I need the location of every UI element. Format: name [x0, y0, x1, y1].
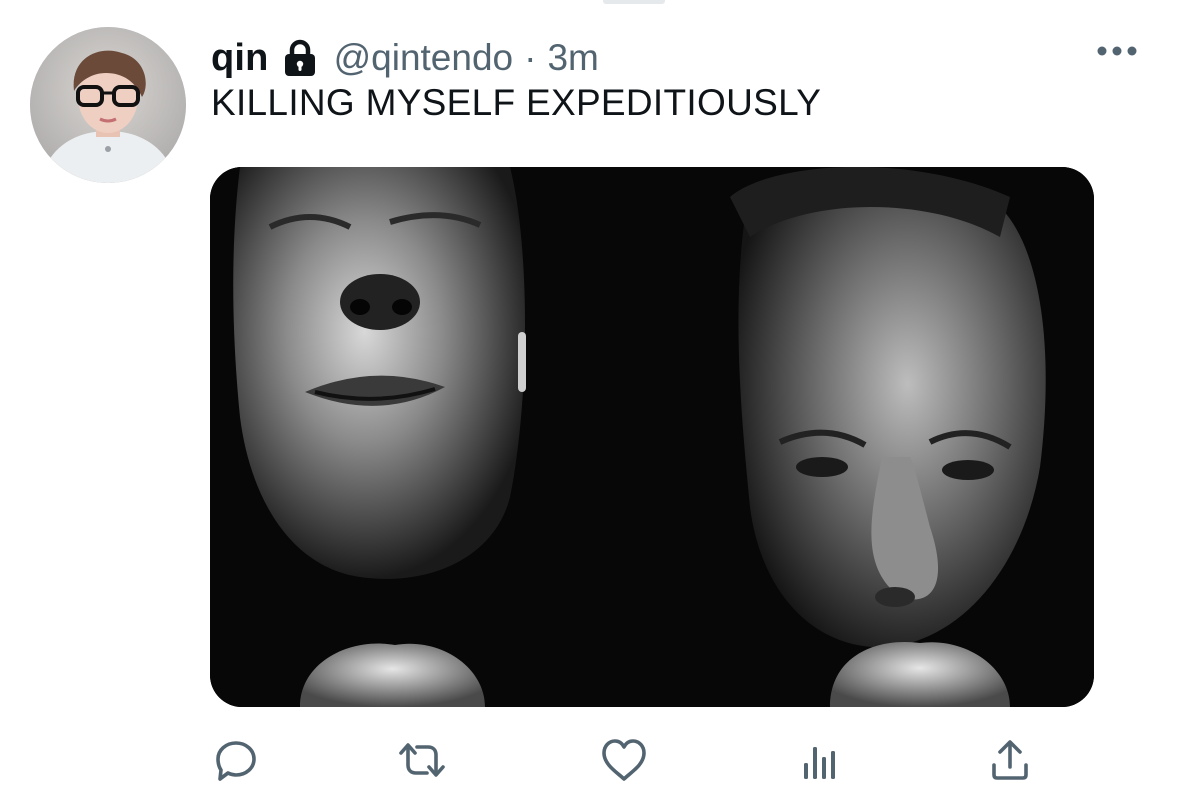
reply-icon [216, 741, 256, 781]
avatar-photo [30, 27, 186, 183]
tweet-media-photo[interactable] [210, 167, 1094, 707]
display-name[interactable]: qin [211, 37, 269, 80]
timestamp[interactable]: 3m [547, 37, 598, 79]
photo-image [210, 167, 1094, 707]
more-button[interactable] [1094, 38, 1140, 64]
retweet-icon [399, 743, 445, 777]
top-edge-indicator [603, 0, 665, 4]
analytics-button[interactable] [790, 730, 850, 790]
heart-icon [602, 739, 646, 781]
analytics-icon [804, 747, 835, 779]
tweet-header: qin @qintendo · 3m [211, 34, 599, 82]
user-handle[interactable]: @qintendo [334, 37, 514, 79]
reply-button[interactable] [206, 730, 266, 790]
share-icon [992, 740, 1028, 780]
lock-icon [282, 38, 318, 78]
separator-dot: · [524, 37, 537, 78]
tweet-actions [0, 730, 1179, 790]
avatar[interactable] [30, 27, 186, 183]
share-button[interactable] [980, 730, 1040, 790]
tweet-text: KILLING MYSELF EXPEDITIOUSLY [211, 82, 822, 123]
retweet-button[interactable] [392, 730, 452, 790]
more-horizontal-icon [1097, 46, 1137, 56]
like-button[interactable] [594, 730, 654, 790]
